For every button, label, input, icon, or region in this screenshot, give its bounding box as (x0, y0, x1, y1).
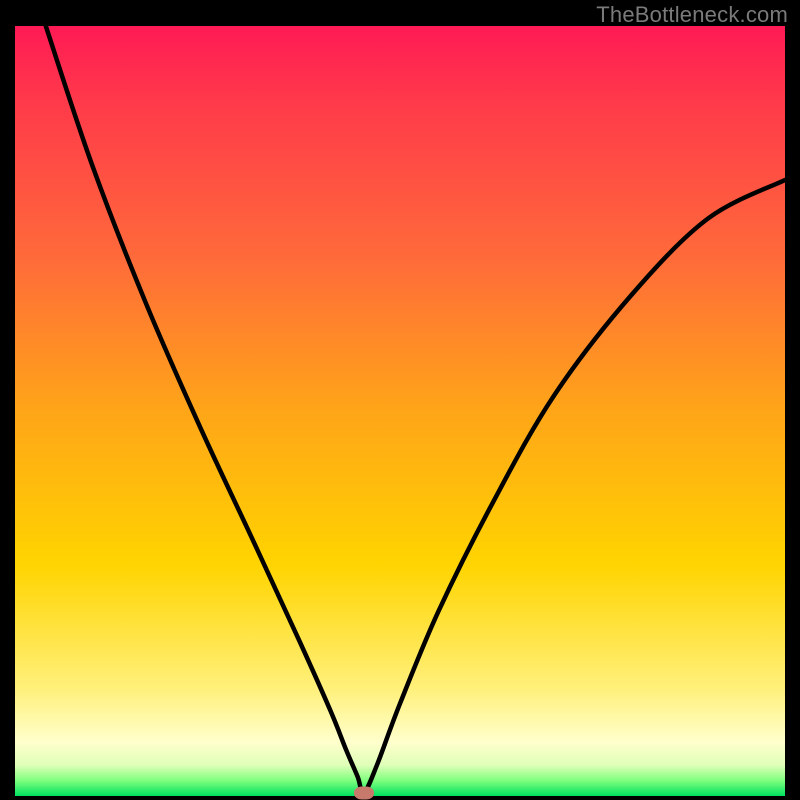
minimum-marker (354, 786, 374, 799)
plot-inner (15, 26, 785, 796)
background-gradient (15, 26, 785, 796)
plot-area (15, 26, 785, 796)
watermark-text: TheBottleneck.com (596, 2, 788, 28)
chart-frame: TheBottleneck.com (0, 0, 800, 800)
